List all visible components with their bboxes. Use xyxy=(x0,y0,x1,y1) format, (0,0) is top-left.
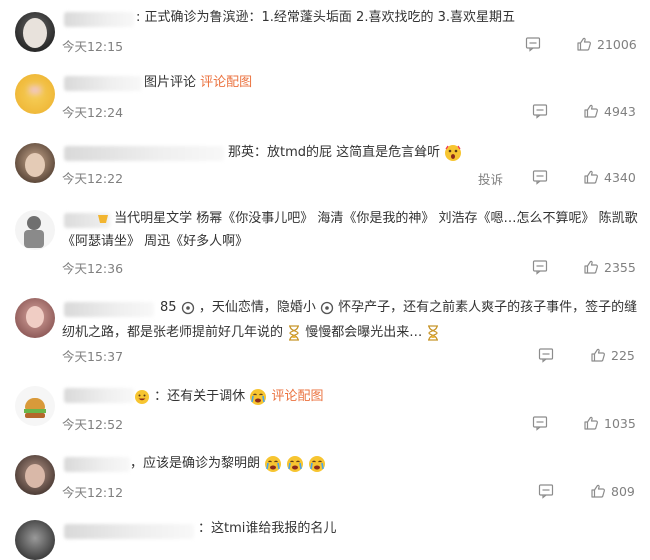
thumbs-up-icon xyxy=(584,104,598,118)
comment-icon xyxy=(538,484,554,499)
like-count: 2355 xyxy=(604,259,636,275)
comment-time: 今天12:22 xyxy=(62,171,124,186)
like-button[interactable]: 809 xyxy=(590,483,635,499)
reply-button[interactable] xyxy=(532,169,548,185)
comment-text: : 正式确诊为鲁滨逊：1.经常蓬头垢面 2.喜欢找吃的 3.喜欢星期五 xyxy=(136,10,515,25)
like-count: 4943 xyxy=(604,103,636,119)
hourglass-icon xyxy=(428,324,439,341)
crying-face-icon xyxy=(265,455,282,472)
crying-face-icon xyxy=(287,455,304,472)
comment-text: 那英：放tmd的屁 这简直是危言耸听 xyxy=(228,141,462,164)
like-count: 4340 xyxy=(604,169,636,185)
thumbs-up-icon xyxy=(584,260,598,274)
flower-icon xyxy=(181,301,194,314)
thumbs-up-icon xyxy=(577,37,591,51)
crying-face-icon xyxy=(250,388,267,405)
report-label: 投诉 xyxy=(478,172,504,187)
avatar[interactable] xyxy=(15,520,55,560)
like-count: 21006 xyxy=(597,36,637,52)
comment-icon xyxy=(532,416,548,431)
reply-button[interactable] xyxy=(532,259,548,275)
thumbs-up-icon xyxy=(591,348,605,362)
like-button[interactable]: 21006 xyxy=(576,36,637,52)
comment-text: ：还有关于调休 评论配图 xyxy=(134,385,323,408)
avatar[interactable] xyxy=(15,455,55,495)
thumbs-up-icon xyxy=(584,170,598,184)
comment-time: 今天12:52 xyxy=(62,417,124,432)
image-link[interactable]: 评论配图 xyxy=(200,75,252,90)
username-blurred xyxy=(64,457,130,472)
comment-icon xyxy=(532,170,548,185)
like-button[interactable]: 1035 xyxy=(583,415,636,431)
thumbs-up-icon xyxy=(584,416,598,430)
like-button[interactable]: 2355 xyxy=(583,259,636,275)
username-blurred xyxy=(64,76,142,91)
report-button[interactable]: 投诉 xyxy=(478,169,503,188)
reply-button[interactable] xyxy=(538,347,554,363)
comment-icon xyxy=(525,37,541,52)
username-blurred xyxy=(64,146,224,161)
reply-button[interactable] xyxy=(538,483,554,499)
avatar[interactable] xyxy=(15,143,55,183)
comment-text: 85 ，天仙恋情，隐婚小 怀孕产子，还有之前素人爽子的孩子事件，签子的缝 xyxy=(160,300,638,315)
flower-icon xyxy=(320,301,334,314)
comment-time: 今天12:12 xyxy=(62,485,124,500)
image-link[interactable]: 评论配图 xyxy=(271,389,323,404)
comment-time: 今天12:15 xyxy=(62,39,124,54)
like-button[interactable]: 4943 xyxy=(583,103,636,119)
reply-button[interactable] xyxy=(532,415,548,431)
username-blurred xyxy=(64,388,134,403)
username-blurred xyxy=(64,12,134,27)
avatar[interactable] xyxy=(15,12,55,52)
like-count: 1035 xyxy=(604,415,636,431)
shocked-face-icon xyxy=(445,144,462,161)
like-count: 809 xyxy=(611,483,635,499)
comment-time: 今天12:36 xyxy=(62,261,124,276)
comment-text: ，应该是确诊为黎明朗 xyxy=(130,452,326,475)
comment-icon xyxy=(532,260,548,275)
comment-text-line2: 纫机之路，都是张老师提前好几年说的 慢慢都会曝光出来… xyxy=(62,321,440,344)
crying-face-icon xyxy=(309,455,326,472)
reply-button[interactable] xyxy=(532,103,548,119)
reply-button[interactable] xyxy=(525,36,541,52)
comment-text-line2: 《阿瑟请坐》 周迅《好多人啊》 xyxy=(62,234,249,249)
comment-icon xyxy=(538,348,554,363)
grinning-face-icon xyxy=(135,389,149,404)
hourglass-icon xyxy=(289,324,300,341)
comment-text: 图片评论 评论配图 xyxy=(144,75,253,90)
avatar[interactable] xyxy=(15,210,55,250)
comment-icon xyxy=(532,104,548,119)
avatar[interactable] xyxy=(15,386,55,426)
comment-time: 今天12:24 xyxy=(62,105,124,120)
like-count: 225 xyxy=(611,347,635,363)
like-button[interactable]: 4340 xyxy=(583,169,636,185)
avatar[interactable] xyxy=(15,74,55,114)
like-button[interactable]: 225 xyxy=(590,347,635,363)
username-blurred xyxy=(64,302,154,317)
comment-text: 当代明星文学 杨幂《你没事儿吧》 海清《你是我的神》 刘浩存《嗯…怎么不算呢》 … xyxy=(96,207,638,230)
badge-icon xyxy=(98,214,108,223)
avatar[interactable] xyxy=(15,298,55,338)
thumbs-up-icon xyxy=(591,484,605,498)
comment-time: 今天15:37 xyxy=(62,349,124,364)
